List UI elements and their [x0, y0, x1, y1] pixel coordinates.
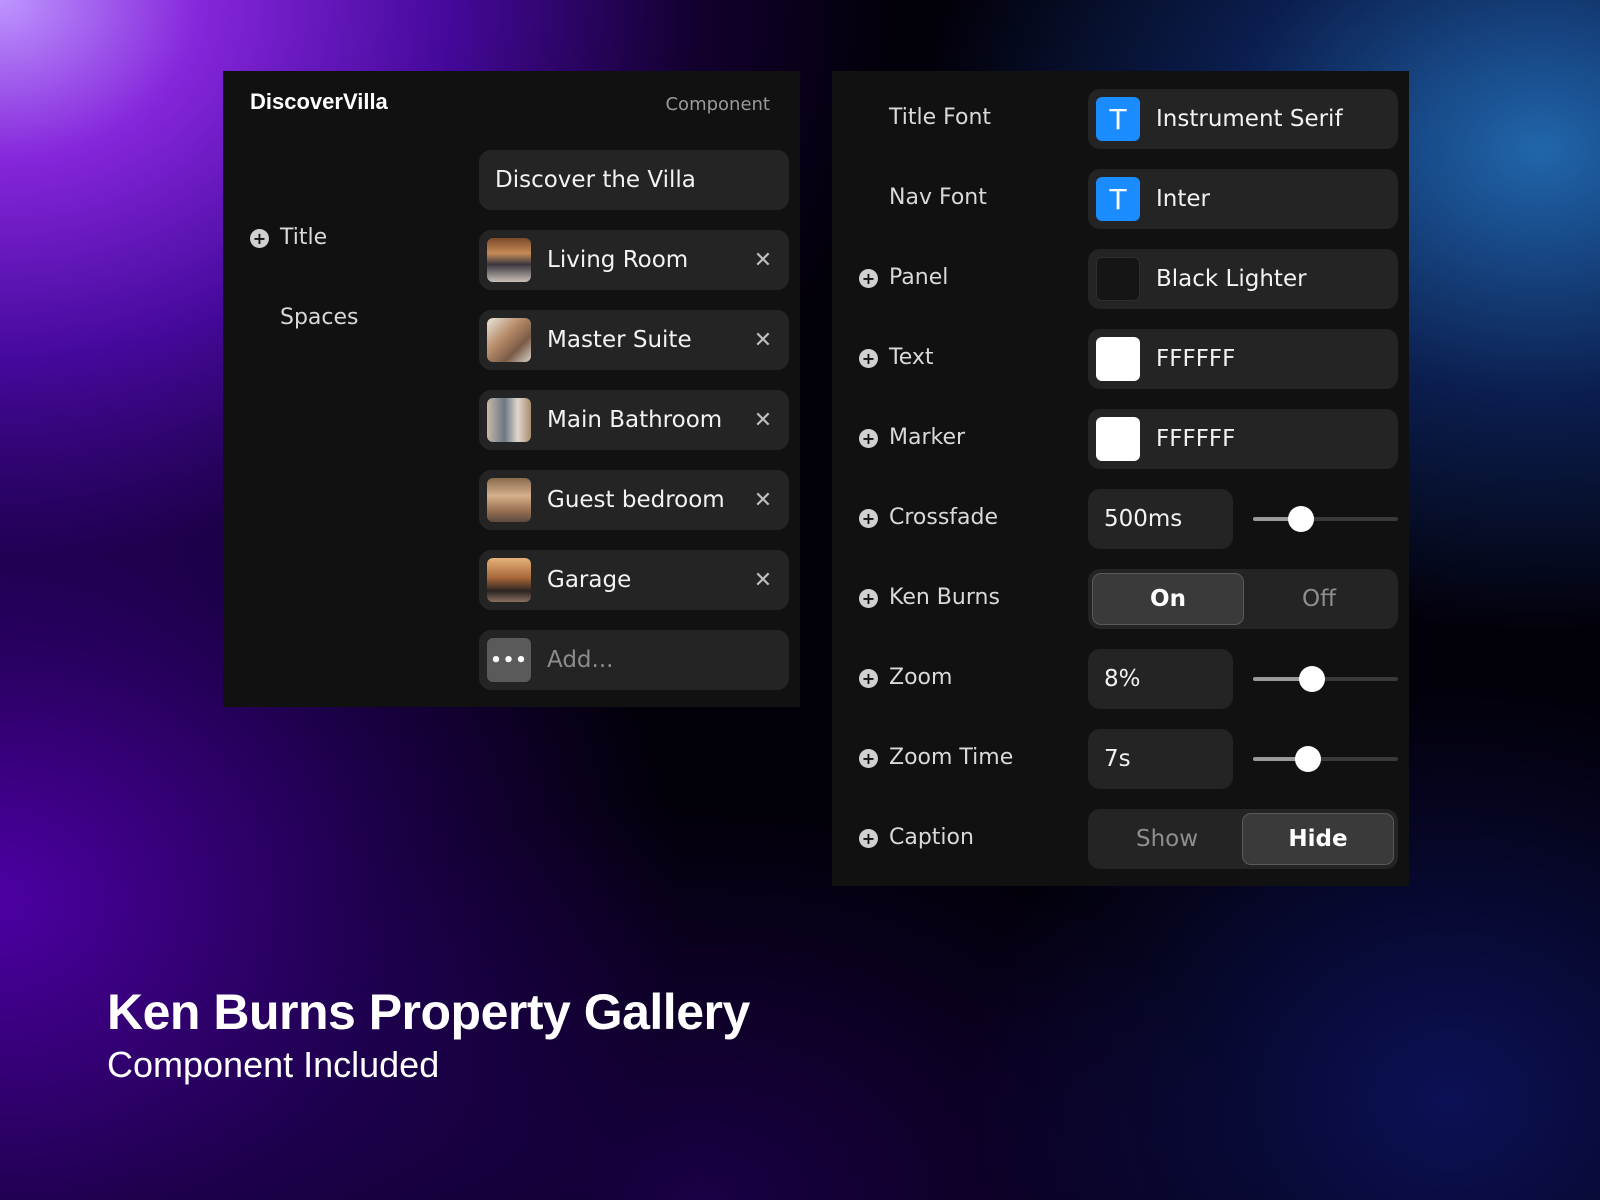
- nav-font-row-label: Nav Font: [859, 169, 1079, 229]
- space-label: Guest bedroom: [547, 487, 725, 513]
- component-panel: DiscoverVilla Component + Title Discover…: [223, 71, 800, 707]
- zoom-slider[interactable]: [1253, 666, 1398, 692]
- crossfade-value: 500ms: [1104, 506, 1183, 532]
- marker-label: Marker: [889, 425, 966, 450]
- text-color-swatch[interactable]: [1096, 337, 1140, 381]
- nav-font-picker[interactable]: T Inter: [1088, 169, 1398, 229]
- text-row-label: + Text: [859, 329, 1079, 389]
- title-row-label: + Title: [250, 209, 450, 269]
- title-input[interactable]: Discover the Villa: [479, 150, 789, 210]
- space-label: Garage: [547, 567, 632, 593]
- zoom-time-value: 7s: [1104, 746, 1131, 772]
- slider-knob[interactable]: [1287, 506, 1314, 532]
- crossfade-input[interactable]: 500ms: [1088, 489, 1233, 549]
- ken-burns-row-label: + Ken Burns: [859, 569, 1079, 629]
- space-label: Main Bathroom: [547, 407, 723, 433]
- plus-circle-icon[interactable]: +: [859, 589, 878, 608]
- nav-font-value: Inter: [1156, 186, 1210, 212]
- add-space-placeholder: Add...: [547, 647, 614, 673]
- zoom-input[interactable]: 8%: [1088, 649, 1233, 709]
- text-font-icon: T: [1096, 97, 1140, 141]
- space-item-guest-bedroom[interactable]: Guest bedroom ✕: [479, 470, 789, 530]
- nav-font-label: Nav Font: [889, 185, 987, 210]
- slider-knob[interactable]: [1295, 746, 1322, 772]
- plus-circle-icon[interactable]: +: [859, 829, 878, 848]
- title-font-row-label: Title Font: [859, 89, 1079, 149]
- space-thumbnail: [487, 478, 531, 522]
- text-font-icon: T: [1096, 177, 1140, 221]
- space-item-main-bathroom[interactable]: Main Bathroom ✕: [479, 390, 789, 450]
- ken-burns-off-option[interactable]: Off: [1244, 573, 1394, 625]
- promo-subline: Component Included: [107, 1044, 440, 1085]
- crossfade-slider[interactable]: [1253, 506, 1398, 532]
- ken-burns-toggle[interactable]: On Off: [1088, 569, 1398, 629]
- crossfade-row-label: + Crossfade: [859, 489, 1079, 549]
- caption-toggle[interactable]: Show Hide: [1088, 809, 1398, 869]
- title-font-label: Title Font: [889, 105, 992, 130]
- zoom-time-row-label: + Zoom Time: [859, 729, 1079, 789]
- plus-circle-icon[interactable]: +: [859, 749, 878, 768]
- zoom-time-label: Zoom Time: [889, 745, 1014, 770]
- caption-row-label: + Caption: [859, 809, 1079, 869]
- settings-panel: Title Font T Instrument Serif Nav Font T…: [832, 71, 1409, 886]
- add-space-input[interactable]: ••• Add...: [479, 630, 789, 690]
- slider-knob[interactable]: [1299, 666, 1326, 692]
- space-item-garage[interactable]: Garage ✕: [479, 550, 789, 610]
- promo-headline: Ken Burns Property Gallery: [107, 984, 750, 1040]
- space-thumbnail: [487, 398, 531, 442]
- component-tag: Component: [665, 94, 770, 115]
- zoom-label: Zoom: [889, 665, 953, 690]
- title-font-picker[interactable]: T Instrument Serif: [1088, 89, 1398, 149]
- space-thumbnail: [487, 558, 531, 602]
- plus-circle-icon[interactable]: +: [859, 509, 878, 528]
- caption-label: Caption: [889, 825, 974, 850]
- marker-color-picker[interactable]: FFFFFF: [1088, 409, 1398, 469]
- space-label: Master Suite: [547, 327, 692, 353]
- space-thumbnail: [487, 238, 531, 282]
- plus-circle-icon[interactable]: +: [859, 429, 878, 448]
- crossfade-label: Crossfade: [889, 505, 999, 530]
- panel-row-label: + Panel: [859, 249, 1079, 309]
- plus-circle-icon[interactable]: +: [859, 349, 878, 368]
- panel-color-value: Black Lighter: [1156, 266, 1307, 292]
- plus-circle-icon[interactable]: +: [859, 669, 878, 688]
- close-icon[interactable]: ✕: [753, 408, 773, 433]
- space-label: Living Room: [547, 247, 689, 273]
- text-color-value: FFFFFF: [1156, 346, 1236, 372]
- close-icon[interactable]: ✕: [753, 488, 773, 513]
- zoom-row-label: + Zoom: [859, 649, 1079, 709]
- close-icon[interactable]: ✕: [753, 328, 773, 353]
- space-item-master-suite[interactable]: Master Suite ✕: [479, 310, 789, 370]
- plus-circle-icon[interactable]: +: [859, 269, 878, 288]
- panel-label: Panel: [889, 265, 949, 290]
- component-name: DiscoverVilla: [250, 89, 388, 114]
- panel-color-swatch[interactable]: [1096, 257, 1140, 301]
- caption-show-option[interactable]: Show: [1092, 813, 1242, 865]
- text-label: Text: [889, 345, 934, 370]
- marker-color-swatch[interactable]: [1096, 417, 1140, 461]
- zoom-value: 8%: [1104, 666, 1141, 692]
- title-font-value: Instrument Serif: [1156, 106, 1343, 132]
- zoom-time-input[interactable]: 7s: [1088, 729, 1233, 789]
- space-item-living-room[interactable]: Living Room ✕: [479, 230, 789, 290]
- ken-burns-on-option[interactable]: On: [1092, 573, 1244, 625]
- close-icon[interactable]: ✕: [753, 568, 773, 593]
- title-label: Title: [280, 225, 328, 250]
- space-thumbnail: [487, 318, 531, 362]
- zoom-time-slider[interactable]: [1253, 746, 1398, 772]
- title-input-value: Discover the Villa: [495, 167, 696, 193]
- text-color-picker[interactable]: FFFFFF: [1088, 329, 1398, 389]
- close-icon[interactable]: ✕: [753, 248, 773, 273]
- spaces-row-label: Spaces: [250, 289, 450, 349]
- spaces-label: Spaces: [280, 305, 359, 330]
- caption-hide-option[interactable]: Hide: [1242, 813, 1394, 865]
- ken-burns-label: Ken Burns: [889, 585, 1000, 610]
- plus-circle-icon[interactable]: +: [250, 229, 269, 248]
- marker-row-label: + Marker: [859, 409, 1079, 469]
- marker-color-value: FFFFFF: [1156, 426, 1236, 452]
- panel-color-picker[interactable]: Black Lighter: [1088, 249, 1398, 309]
- more-horizontal-icon: •••: [487, 638, 531, 682]
